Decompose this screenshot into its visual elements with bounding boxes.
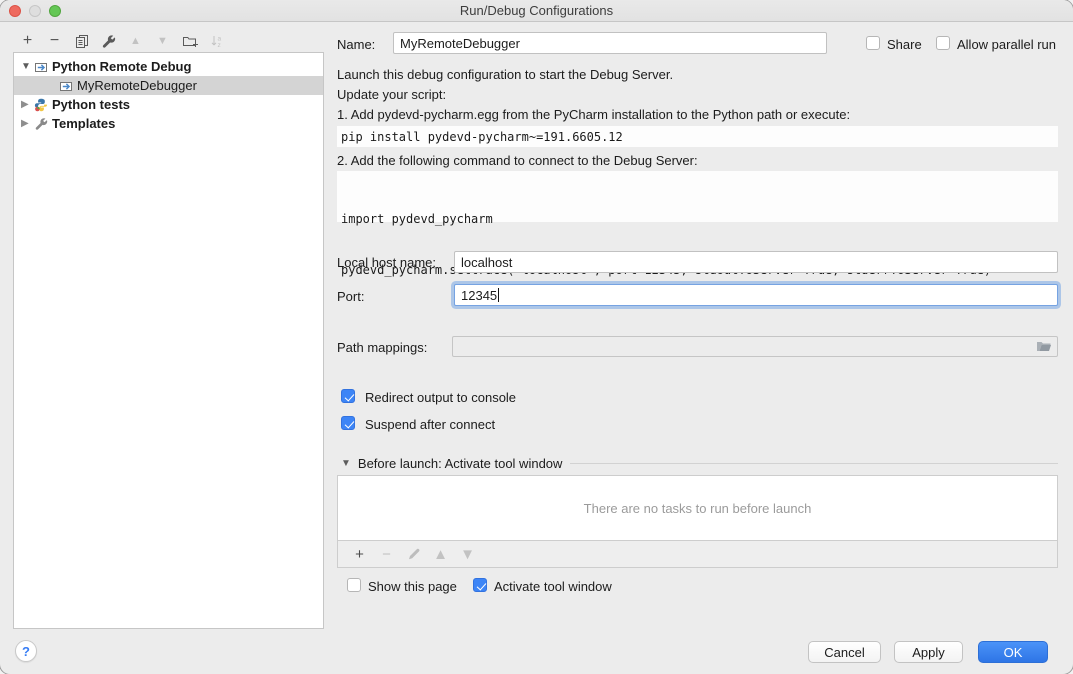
share-checkbox[interactable] xyxy=(866,36,880,50)
move-down-button: ▼ xyxy=(149,30,176,52)
before-launch-task-list[interactable]: There are no tasks to run before launch xyxy=(337,475,1058,541)
path-mappings-input[interactable] xyxy=(452,336,1058,357)
add-configuration-button[interactable]: + xyxy=(14,30,41,52)
tree-item-label: Python tests xyxy=(52,97,130,112)
python-tests-icon xyxy=(34,98,52,112)
edit-templates-button[interactable] xyxy=(95,30,122,52)
text-caret xyxy=(498,288,499,302)
minimize-window-button xyxy=(29,5,41,17)
name-input[interactable] xyxy=(393,32,827,54)
tree-item-python-remote-debug[interactable]: ▼ Python Remote Debug xyxy=(14,57,323,76)
remote-debug-icon xyxy=(34,60,52,74)
move-task-down-button: ▼ xyxy=(454,544,481,564)
remove-task-button: − xyxy=(373,544,400,564)
add-task-button[interactable]: + xyxy=(346,544,373,564)
run-debug-configurations-dialog: Run/Debug Configurations + − ▲ ▼ xyxy=(0,0,1073,674)
edit-task-button xyxy=(400,544,427,564)
section-divider xyxy=(570,463,1058,464)
chevron-down-icon[interactable]: ▼ xyxy=(21,61,34,72)
show-this-page-label: Show this page xyxy=(368,579,457,594)
chevron-right-icon[interactable]: ▶ xyxy=(21,99,34,110)
activate-tool-window-checkbox[interactable] xyxy=(473,578,487,592)
copy-icon xyxy=(74,34,89,49)
remove-configuration-button[interactable]: − xyxy=(41,30,68,52)
sort-configurations-button: a z xyxy=(203,30,230,52)
move-task-up-button: ▲ xyxy=(427,544,454,564)
chevron-right-icon[interactable]: ▶ xyxy=(21,118,34,129)
tree-item-label: Python Remote Debug xyxy=(52,59,191,74)
zoom-window-button[interactable] xyxy=(49,5,61,17)
svg-text:z: z xyxy=(217,42,220,48)
title-bar[interactable]: Run/Debug Configurations xyxy=(0,0,1073,22)
tree-item-templates[interactable]: ▶ Templates xyxy=(14,114,323,133)
window-title: Run/Debug Configurations xyxy=(0,0,1073,21)
tree-item-myremotedebugger[interactable]: MyRemoteDebugger xyxy=(14,76,323,95)
code-line: import pydevd_pycharm xyxy=(341,211,1054,228)
before-launch-header[interactable]: ▼ Before launch: Activate tool window xyxy=(337,455,1058,471)
pip-install-command: pip install pydevd-pycharm~=191.6605.12 xyxy=(337,126,1058,147)
instruction-line: Update your script: xyxy=(337,87,446,102)
redirect-output-checkbox[interactable] xyxy=(341,389,355,403)
port-value: 12345 xyxy=(461,288,497,303)
close-window-button[interactable] xyxy=(9,5,21,17)
instruction-line: 1. Add pydevd-pycharm.egg from the PyCha… xyxy=(337,107,850,122)
tree-item-label: Templates xyxy=(52,116,115,131)
port-label: Port: xyxy=(337,289,364,304)
tree-item-label: MyRemoteDebugger xyxy=(77,78,197,93)
before-launch-title: Before launch: Activate tool window xyxy=(358,456,563,471)
question-mark-icon: ? xyxy=(22,644,30,659)
settrace-code-block: import pydevd_pycharm pydevd_pycharm.set… xyxy=(337,171,1058,222)
share-label: Share xyxy=(887,37,922,52)
help-button[interactable]: ? xyxy=(15,640,37,662)
allow-parallel-run-label: Allow parallel run xyxy=(957,37,1056,52)
cancel-button[interactable]: Cancel xyxy=(808,641,881,663)
show-this-page-checkbox[interactable] xyxy=(347,578,361,592)
local-host-name-label: Local host name: xyxy=(337,255,436,270)
before-launch-toolbar: + − ▲ ▼ xyxy=(337,541,1058,568)
remote-debug-icon xyxy=(59,79,77,93)
folder-plus-icon xyxy=(182,34,198,48)
apply-button[interactable]: Apply xyxy=(894,641,963,663)
local-host-name-input[interactable] xyxy=(454,251,1058,273)
redirect-output-label: Redirect output to console xyxy=(365,390,516,405)
allow-parallel-run-checkbox[interactable] xyxy=(936,36,950,50)
new-folder-button[interactable] xyxy=(176,30,203,52)
ok-button[interactable]: OK xyxy=(978,641,1048,663)
instruction-step2: 2. Add the following command to connect … xyxy=(337,153,698,168)
move-up-button: ▲ xyxy=(122,30,149,52)
pencil-icon xyxy=(407,547,421,561)
sort-az-icon: a z xyxy=(210,34,224,48)
activate-tool-window-label: Activate tool window xyxy=(494,579,612,594)
empty-tasks-message: There are no tasks to run before launch xyxy=(584,501,812,516)
tree-item-python-tests[interactable]: ▶ Python tests xyxy=(14,95,323,114)
instruction-line: Launch this debug configuration to start… xyxy=(337,67,673,82)
path-mappings-label: Path mappings: xyxy=(337,340,427,355)
copy-configuration-button[interactable] xyxy=(68,30,95,52)
wrench-icon xyxy=(101,34,116,49)
port-input[interactable]: 12345 xyxy=(454,284,1058,306)
configurations-tree: ▼ Python Remote Debug MyRemoteDebugger xyxy=(13,52,324,629)
browse-folder-icon[interactable] xyxy=(1036,340,1052,353)
suspend-after-connect-checkbox[interactable] xyxy=(341,416,355,430)
templates-wrench-icon xyxy=(34,117,52,131)
suspend-after-connect-label: Suspend after connect xyxy=(365,417,495,432)
configurations-toolbar: + − ▲ ▼ a z xyxy=(14,30,230,52)
name-label: Name: xyxy=(337,37,375,52)
collapse-triangle-icon[interactable]: ▼ xyxy=(341,458,351,469)
